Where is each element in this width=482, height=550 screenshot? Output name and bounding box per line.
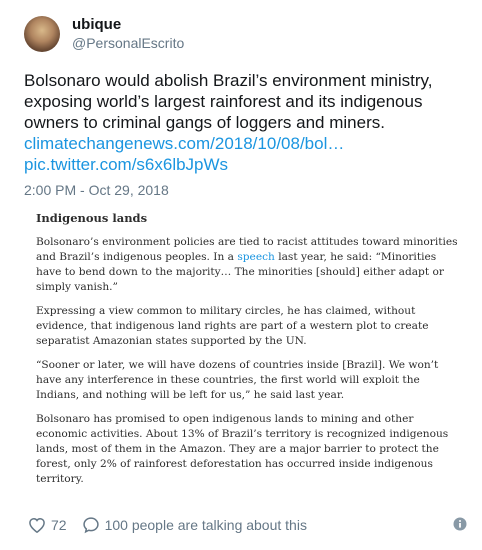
tweet-card: ubique @PersonalEscrito Bolsonaro would … — [0, 0, 482, 550]
tweet-footer: 72 100 people are talking about this — [27, 514, 467, 536]
article-speech-link: speech — [237, 251, 275, 263]
conversation-count: 100 people are talking about this — [104, 517, 307, 533]
like-count: 72 — [51, 517, 67, 533]
heart-icon — [29, 517, 45, 533]
tweet-header: ubique @PersonalEscrito — [24, 12, 184, 56]
user-handle[interactable]: @PersonalEscrito — [72, 34, 184, 52]
tweet-timestamp[interactable]: 2:00 PM - Oct 29, 2018 — [24, 182, 169, 198]
reply-button[interactable]: 100 people are talking about this — [81, 515, 307, 535]
reply-bubble-icon — [82, 517, 99, 534]
avatar[interactable] — [24, 16, 60, 52]
article-paragraph-4: Bolsonaro has promised to open indigenou… — [36, 413, 449, 485]
article-heading: Indigenous lands — [36, 211, 148, 225]
article-paragraph-3: “Sooner or later, we will have dozens of… — [36, 359, 439, 401]
tweet-text: Bolsonaro would abolish Brazil’s environ… — [24, 70, 464, 175]
article-link[interactable]: climatechangenews.com/2018/10/08/bol… — [24, 133, 464, 154]
like-button[interactable]: 72 — [27, 515, 67, 535]
tweet-body: Bolsonaro would abolish Brazil’s environ… — [24, 71, 433, 132]
display-name[interactable]: ubique — [72, 16, 184, 34]
article-screenshot-image[interactable]: Indigenous lands Bolsonaro’s environment… — [25, 202, 472, 524]
info-icon[interactable] — [453, 517, 467, 531]
user-names: ubique @PersonalEscrito — [72, 16, 184, 52]
pic-link[interactable]: pic.twitter.com/s6x6lbJpWs — [24, 154, 464, 175]
article-paragraph-2: Expressing a view common to military cir… — [36, 305, 429, 347]
article-paragraph-1: Bolsonaro’s environment policies are tie… — [36, 235, 461, 295]
